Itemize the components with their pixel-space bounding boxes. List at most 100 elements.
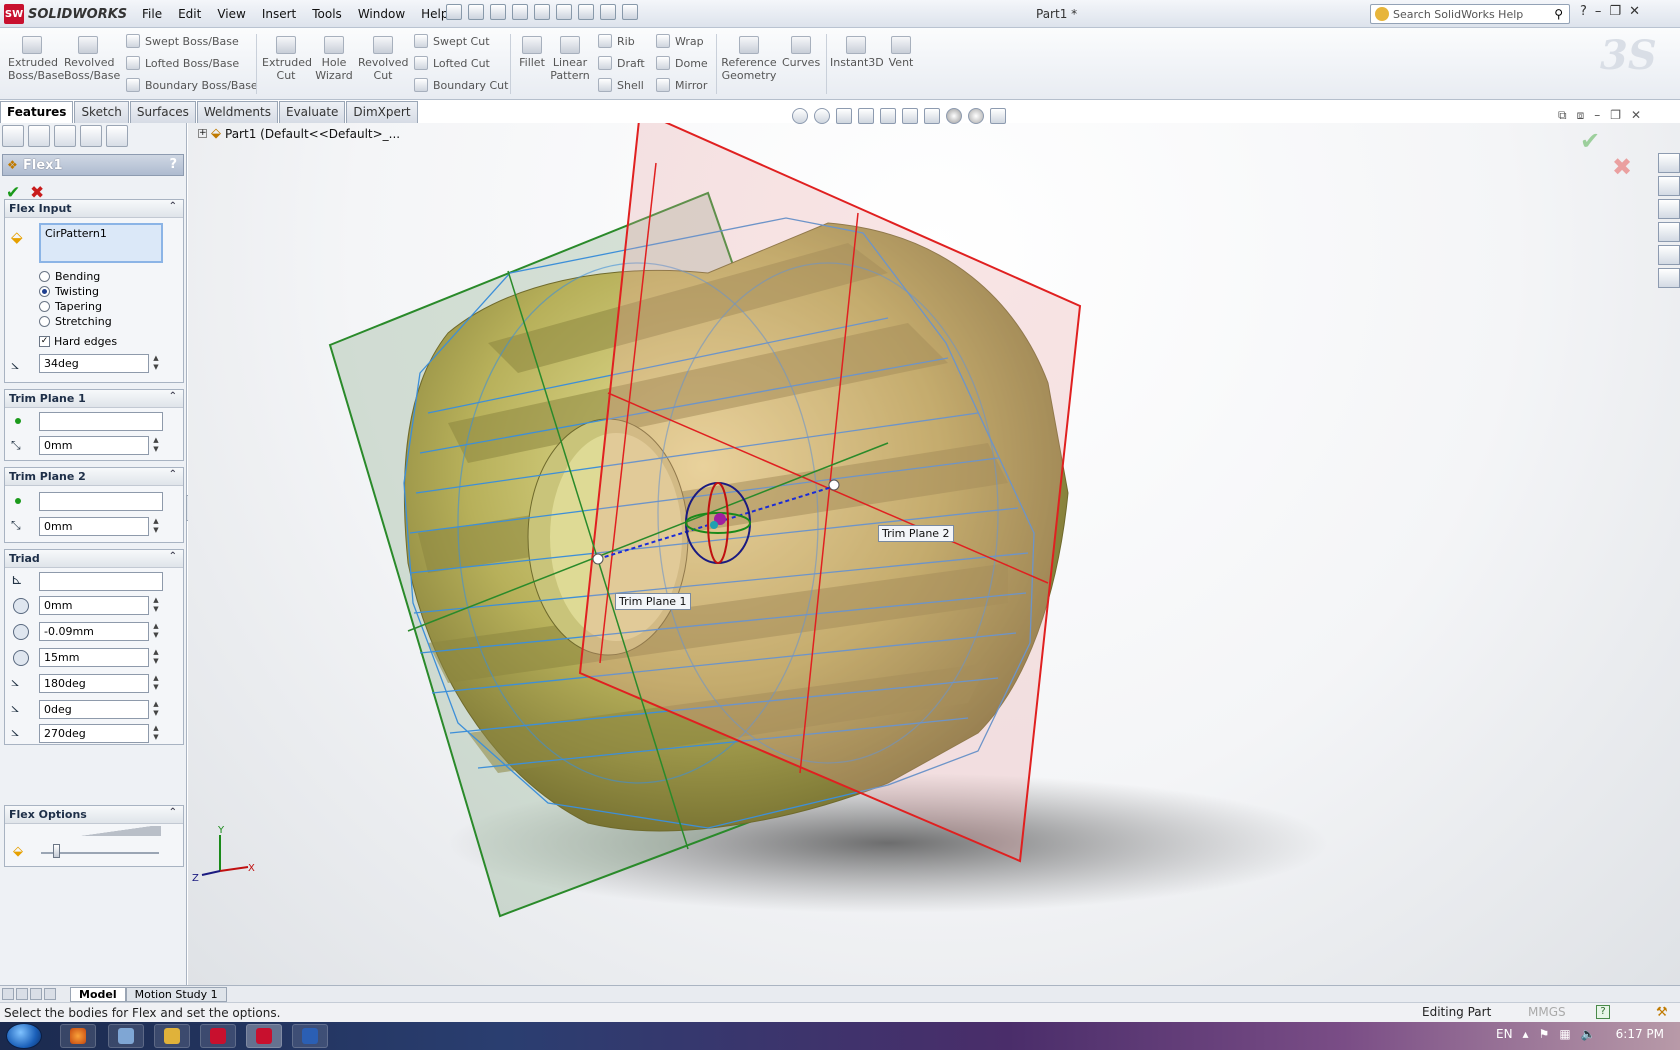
- triad-header[interactable]: Triad ⌃: [5, 550, 183, 568]
- trim-plane-1-distance-input[interactable]: 0mm: [39, 436, 149, 455]
- section-view-icon[interactable]: [858, 108, 874, 124]
- triad-rot-y-spinner[interactable]: ▲ ▼: [151, 700, 161, 719]
- twisting-radio[interactable]: Twisting: [39, 285, 99, 298]
- rib-button[interactable]: Rib: [598, 32, 635, 50]
- triad-y-spinner[interactable]: ▲ ▼: [151, 622, 161, 641]
- instant3d-button[interactable]: Instant3D: [830, 36, 884, 69]
- extruded-boss-button[interactable]: Extruded Boss/Base: [8, 36, 64, 82]
- tab-evaluate[interactable]: Evaluate: [278, 101, 346, 123]
- viewport-tile-icon[interactable]: ⧈: [1577, 108, 1585, 123]
- language-indicator[interactable]: EN: [1496, 1027, 1513, 1041]
- trim-plane-2-callout[interactable]: Trim Plane 2: [878, 525, 954, 542]
- collapse-icon[interactable]: ⌃: [169, 201, 177, 212]
- select-icon[interactable]: [556, 4, 572, 20]
- hide-show-items-icon[interactable]: [924, 108, 940, 124]
- configuration-manager-icon[interactable]: [54, 125, 76, 147]
- lofted-boss-button[interactable]: Lofted Boss/Base: [126, 54, 239, 72]
- triad-rot-z-input[interactable]: 270deg: [39, 724, 149, 743]
- linear-pattern-button[interactable]: Linear Pattern: [550, 36, 590, 82]
- taskbar-solidworks-2[interactable]: [246, 1024, 282, 1048]
- triad-rot-y-input[interactable]: 0deg: [39, 700, 149, 719]
- help-button[interactable]: ?: [169, 157, 177, 172]
- file-properties-icon[interactable]: [600, 4, 616, 20]
- menu-tools[interactable]: Tools: [304, 7, 350, 21]
- triad-selection[interactable]: [39, 572, 163, 591]
- close-icon[interactable]: ✕: [1629, 4, 1640, 19]
- restore-icon[interactable]: ❐: [1609, 4, 1621, 19]
- flag-icon[interactable]: ⚑: [1539, 1027, 1550, 1041]
- trim-plane-2-selection[interactable]: [39, 492, 163, 511]
- trim-plane-2-distance-input[interactable]: 0mm: [39, 517, 149, 536]
- angle-spinner[interactable]: ▲ ▼: [151, 354, 161, 373]
- accuracy-slider-thumb[interactable]: [52, 844, 60, 858]
- menu-insert[interactable]: Insert: [254, 7, 304, 21]
- clock[interactable]: 6:17 PM: [1616, 1027, 1664, 1041]
- view-orientation-icon[interactable]: [880, 108, 896, 124]
- swept-cut-button[interactable]: Swept Cut: [414, 32, 490, 50]
- trim-plane-1-handle[interactable]: [592, 553, 604, 565]
- viewport-split-icon[interactable]: ⧉: [1558, 108, 1567, 123]
- dimxpert-manager-icon[interactable]: [80, 125, 102, 147]
- dome-button[interactable]: Dome: [656, 54, 708, 72]
- zoom-to-area-icon[interactable]: [814, 108, 830, 124]
- trim-plane-2-header[interactable]: Trim Plane 2 ⌃: [5, 468, 183, 486]
- options-icon[interactable]: [622, 4, 638, 20]
- trim-plane-1-callout[interactable]: Trim Plane 1: [615, 593, 691, 610]
- hole-wizard-button[interactable]: Hole Wizard: [312, 36, 356, 82]
- volume-icon[interactable]: 🔈: [1581, 1027, 1596, 1041]
- new-document-icon[interactable]: [446, 4, 462, 20]
- taskbar-app[interactable]: [154, 1024, 190, 1048]
- property-manager-icon[interactable]: [28, 125, 50, 147]
- search-icon[interactable]: ⚲: [1554, 7, 1563, 21]
- help-dropdown-icon[interactable]: ?: [1580, 4, 1587, 19]
- menu-window[interactable]: Window: [350, 7, 413, 21]
- help-search-box[interactable]: Search SolidWorks Help ⚲: [1370, 4, 1570, 24]
- viewport-close-icon[interactable]: ✕: [1631, 108, 1641, 123]
- shell-button[interactable]: Shell: [598, 76, 644, 94]
- menu-edit[interactable]: Edit: [170, 7, 209, 21]
- tab-features[interactable]: Features: [0, 101, 74, 123]
- mirror-button[interactable]: Mirror: [656, 76, 707, 94]
- status-help-icon[interactable]: ?: [1596, 1005, 1610, 1019]
- tab-nav-prev-icon[interactable]: [16, 988, 28, 1000]
- view-settings-icon[interactable]: [990, 108, 1006, 124]
- triad-x-spinner[interactable]: ▲ ▼: [151, 596, 161, 615]
- tab-sketch[interactable]: Sketch: [74, 101, 129, 123]
- display-manager-icon[interactable]: [106, 125, 128, 147]
- app-logo[interactable]: SW SOLIDWORKS: [4, 4, 127, 24]
- viewport-minimize-icon[interactable]: –: [1594, 108, 1600, 123]
- bodies-selection-box[interactable]: CirPattern1: [39, 223, 163, 263]
- edit-appearance-icon[interactable]: [946, 108, 962, 124]
- extruded-cut-button[interactable]: Extruded Cut: [262, 36, 312, 82]
- trim-plane-1-selection[interactable]: [39, 412, 163, 431]
- rebuild-icon[interactable]: [578, 4, 594, 20]
- flex-input-header[interactable]: Flex Input ⌃: [5, 200, 183, 218]
- triad-x-input[interactable]: 0mm: [39, 596, 149, 615]
- tab-dimxpert[interactable]: DimXpert: [346, 101, 418, 123]
- tab-model[interactable]: Model: [70, 986, 126, 1002]
- taskbar-word[interactable]: [292, 1024, 328, 1048]
- minimize-icon[interactable]: –: [1595, 4, 1602, 19]
- trim-plane-1-spinner[interactable]: ▲ ▼: [151, 436, 161, 455]
- reference-geometry-button[interactable]: Reference Geometry: [720, 36, 778, 82]
- apply-scene-icon[interactable]: [968, 108, 984, 124]
- flex-options-header[interactable]: Flex Options ⌃: [5, 806, 183, 824]
- bending-radio[interactable]: Bending: [39, 270, 100, 283]
- triad-z-input[interactable]: 15mm: [39, 648, 149, 667]
- tab-surfaces[interactable]: Surfaces: [129, 101, 196, 123]
- triad-rot-x-input[interactable]: 180deg: [39, 674, 149, 693]
- zoom-to-fit-icon[interactable]: [792, 108, 808, 124]
- curves-button[interactable]: Curves: [782, 36, 820, 69]
- taskbar-firefox[interactable]: [60, 1024, 96, 1048]
- taskbar-solidworks-1[interactable]: [200, 1024, 236, 1048]
- viewport-restore-icon[interactable]: ❐: [1610, 108, 1621, 123]
- trim-plane-1-header[interactable]: Trim Plane 1 ⌃: [5, 390, 183, 408]
- tapering-radio[interactable]: Tapering: [39, 300, 102, 313]
- vent-button[interactable]: Vent: [886, 36, 916, 69]
- stretching-radio[interactable]: Stretching: [39, 315, 112, 328]
- menu-view[interactable]: View: [209, 7, 253, 21]
- lofted-cut-button[interactable]: Lofted Cut: [414, 54, 490, 72]
- swept-boss-button[interactable]: Swept Boss/Base: [126, 32, 239, 50]
- status-units[interactable]: MMGS: [1528, 1005, 1566, 1019]
- boundary-boss-button[interactable]: Boundary Boss/Base: [126, 76, 258, 94]
